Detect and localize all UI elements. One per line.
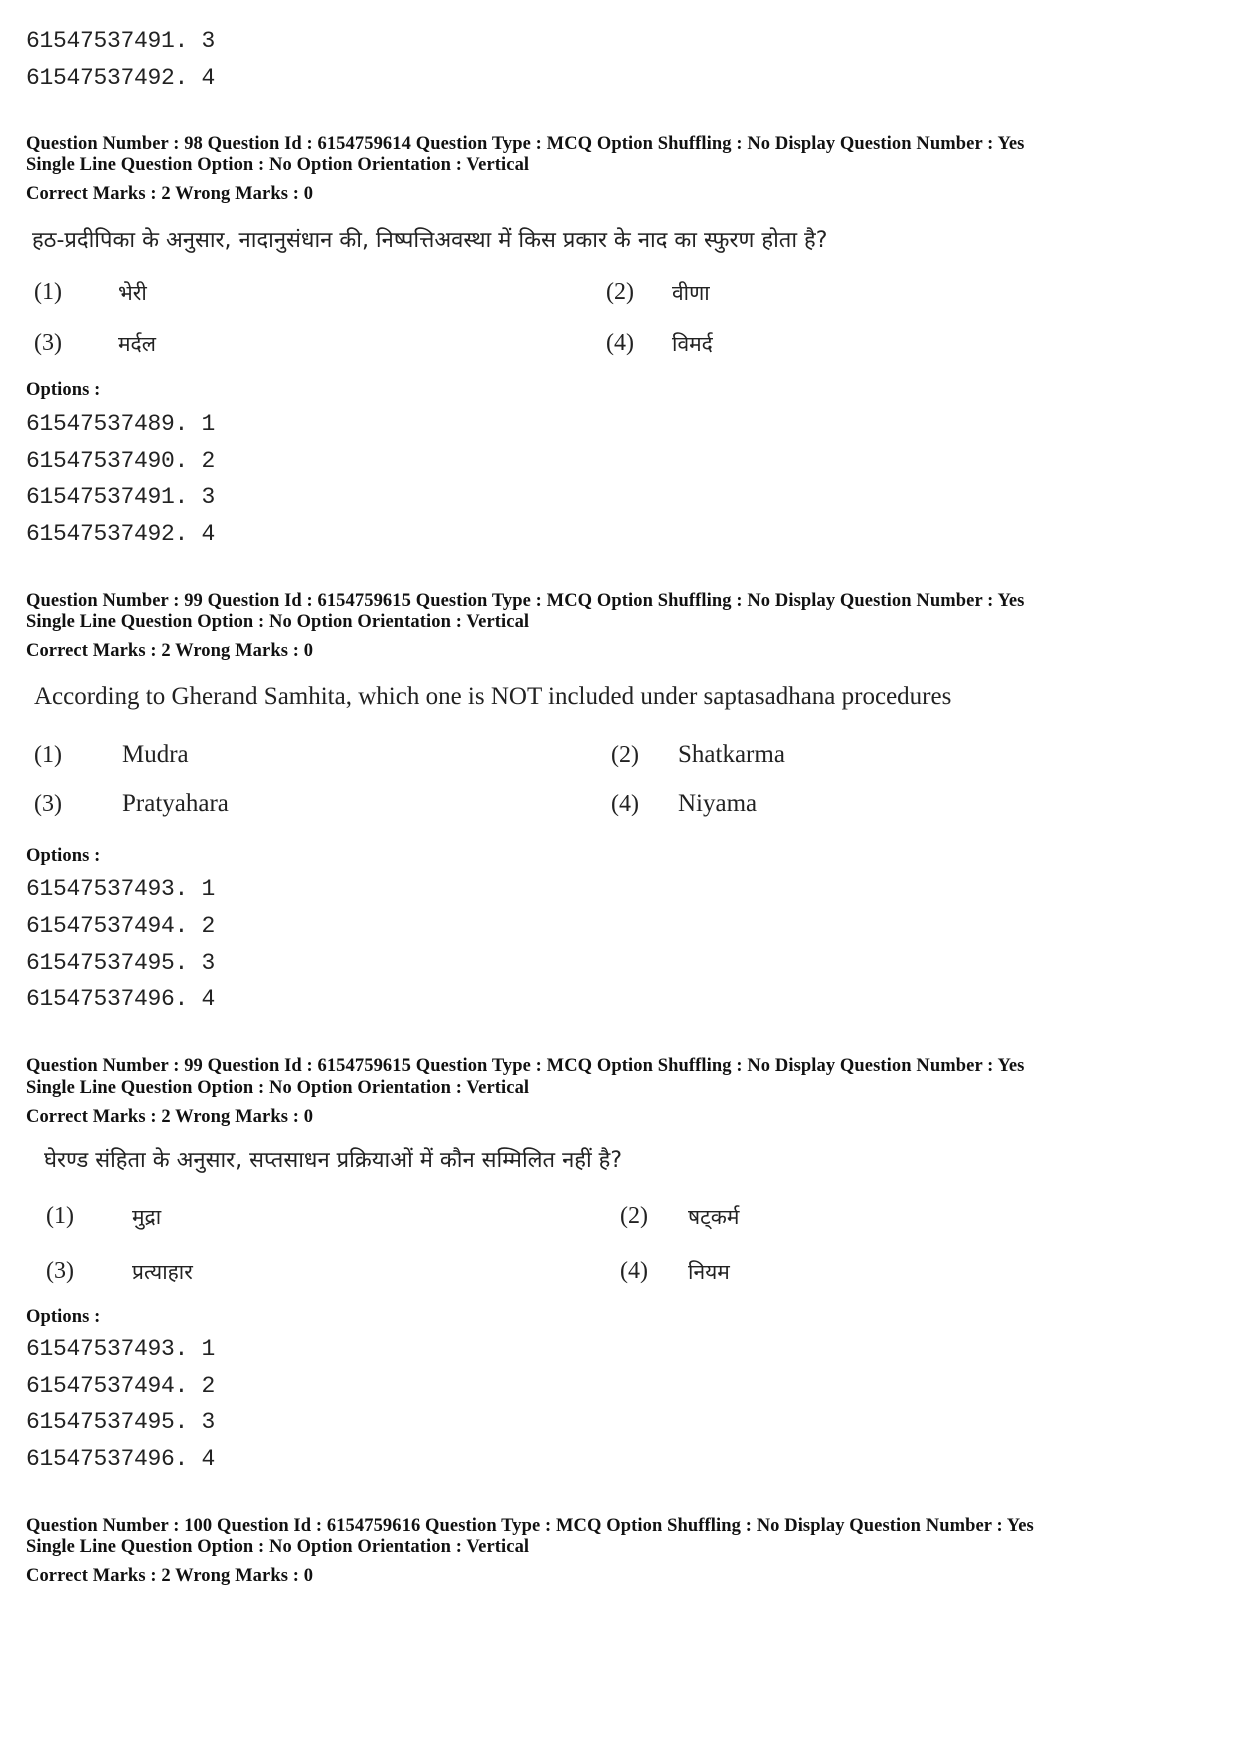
option-id: 61547537489. 1 — [26, 411, 216, 437]
options-label: Options : — [26, 380, 101, 400]
option-id: 61547537490. 2 — [26, 448, 216, 474]
choice-text: Mudra — [122, 741, 189, 768]
choice-text: वीणा — [672, 281, 710, 305]
marks-line: Correct Marks : 2 Wrong Marks : 0 — [26, 1566, 314, 1586]
choice-text: षट्कर्म — [688, 1205, 740, 1229]
question-header-line2: Single Line Question Option : No Option … — [26, 1537, 530, 1557]
question-header-line2: Single Line Question Option : No Option … — [26, 612, 530, 632]
choice-text: विमर्द — [672, 332, 713, 356]
question-text: घेरण्ड संहिता के अनुसार, सप्तसाधन प्रक्र… — [44, 1148, 623, 1173]
choice-number: (1) — [34, 279, 62, 305]
choice-number: (3) — [34, 791, 62, 817]
option-id: 61547537493. 1 — [26, 1336, 216, 1362]
choice-text: भेरी — [118, 281, 147, 305]
choice-number: (2) — [620, 1203, 648, 1229]
choice-text: Niyama — [678, 790, 758, 817]
question-header-line1: Question Number : 100 Question Id : 6154… — [26, 1516, 1034, 1536]
choice-number: (2) — [606, 279, 634, 305]
question-header-line2: Single Line Question Option : No Option … — [26, 1078, 530, 1098]
choice-text: Pratyahara — [122, 790, 229, 817]
option-id: 61547537496. 4 — [26, 986, 216, 1012]
option-id: 61547537491. 3 — [26, 484, 216, 510]
choice-number: (3) — [46, 1258, 74, 1284]
option-id: 61547537495. 3 — [26, 1409, 216, 1435]
choice-text: Shatkarma — [678, 741, 785, 768]
options-label: Options : — [26, 846, 101, 866]
choice-number: (1) — [34, 742, 62, 768]
choice-number: (3) — [34, 330, 62, 356]
option-id: 61547537492. 4 — [26, 65, 216, 91]
question-header-line1: Question Number : 98 Question Id : 61547… — [26, 134, 1025, 154]
marks-line: Correct Marks : 2 Wrong Marks : 0 — [26, 641, 314, 661]
question-header-line1: Question Number : 99 Question Id : 61547… — [26, 591, 1025, 611]
choice-number: (4) — [606, 330, 634, 356]
marks-line: Correct Marks : 2 Wrong Marks : 0 — [26, 1107, 314, 1127]
marks-line: Correct Marks : 2 Wrong Marks : 0 — [26, 184, 314, 204]
question-text: हठ-प्रदीपिका के अनुसार, नादानुसंधान की, … — [32, 228, 828, 253]
choice-number: (4) — [620, 1258, 648, 1284]
choice-number: (2) — [611, 742, 639, 768]
options-label: Options : — [26, 1307, 101, 1327]
option-id: 61547537494. 2 — [26, 1373, 216, 1399]
question-text: According to Gherand Samhita, which one … — [34, 683, 952, 710]
choice-text: मर्दल — [118, 332, 156, 356]
option-id: 61547537493. 1 — [26, 876, 216, 902]
option-id: 61547537491. 3 — [26, 28, 216, 54]
option-id: 61547537494. 2 — [26, 913, 216, 939]
choice-text: प्रत्याहार — [132, 1260, 193, 1284]
option-id: 61547537492. 4 — [26, 521, 216, 547]
option-id: 61547537496. 4 — [26, 1446, 216, 1472]
choice-text: मुद्रा — [132, 1205, 162, 1229]
question-header-line1: Question Number : 99 Question Id : 61547… — [26, 1056, 1025, 1076]
question-header-line2: Single Line Question Option : No Option … — [26, 155, 530, 175]
choice-number: (1) — [46, 1203, 74, 1229]
choice-number: (4) — [611, 791, 639, 817]
choice-text: नियम — [688, 1260, 730, 1284]
option-id: 61547537495. 3 — [26, 950, 216, 976]
